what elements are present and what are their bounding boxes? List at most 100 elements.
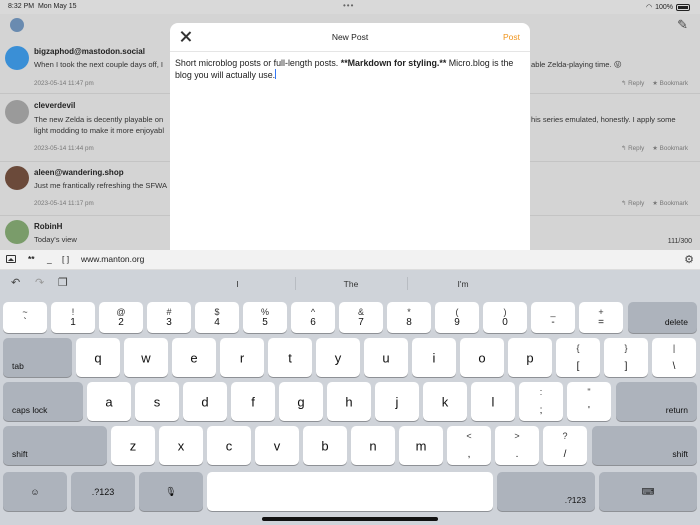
key-row1-6[interactable]: ^ 6 [291,302,335,333]
key-row1-9[interactable]: (9 [435,302,479,333]
key-y[interactable]: y [316,338,360,377]
profile-avatar[interactable] [10,18,24,32]
reply-button[interactable]: ↰ Reply [621,80,644,87]
key-row4-sym-2[interactable]: ? / [543,426,587,465]
key-row4-sym-2-label: / [563,449,567,460]
delete-key[interactable]: delete [628,302,697,333]
key-l[interactable]: l [471,382,515,421]
avatar[interactable] [5,220,29,244]
dictation-key[interactable]: 🎙 [139,472,203,511]
numbers-key-left[interactable]: .?123 [71,472,135,511]
bold-button[interactable]: ** [28,254,35,264]
emoji-key[interactable]: ☺ [3,472,67,511]
site-selector[interactable]: www.manton.org [81,254,144,264]
post-author[interactable]: aleen@wandering.shop [34,168,124,177]
key-m[interactable]: m [399,426,443,465]
key-row1-10[interactable]: ) 0 [483,302,527,333]
post-button[interactable]: Post [503,32,520,42]
wifi-icon: ◠ [645,4,653,11]
key-z[interactable]: z [111,426,155,465]
text-caret [275,69,277,79]
bookmark-button[interactable]: ★ Bookmark [652,145,688,152]
undo-icon[interactable]: ↶ [11,276,20,289]
reply-button[interactable]: ↰ Reply [621,145,644,152]
key-i[interactable]: i [412,338,456,377]
paste-icon[interactable]: ❐ [58,276,68,289]
key-d[interactable]: d [183,382,227,421]
post-date[interactable]: 2023-05-14 11:47 pm [34,80,94,87]
key-row1-3[interactable]: #3 [147,302,191,333]
post-author[interactable]: bigzaphod@mastodon.social [34,47,145,56]
key-m-label: m [415,438,427,453]
suggestion-1[interactable]: I [180,279,295,289]
key-c[interactable]: c [207,426,251,465]
avatar[interactable] [5,166,29,190]
image-icon[interactable] [6,255,16,263]
key-row1-7[interactable]: & 7 [339,302,383,333]
key-row1-12[interactable]: + = [579,302,623,333]
right-shift-key[interactable]: shift [592,426,697,465]
key-j[interactable]: j [375,382,419,421]
dismiss-keyboard-key[interactable]: ⌨ [599,472,697,511]
suggestion-2[interactable]: The [295,279,407,289]
key-k[interactable]: k [423,382,467,421]
key-n[interactable]: n [351,426,395,465]
key-row1-0[interactable]: ~ ` [3,302,47,333]
key-row1-8[interactable]: * 8 [387,302,431,333]
key-r[interactable]: r [220,338,264,377]
key-p[interactable]: p [508,338,552,377]
left-shift-key[interactable]: shift [3,426,107,465]
numbers-key-right[interactable]: .?123 [497,472,595,511]
key-row4-sym-1-label: . [515,449,519,460]
gear-icon[interactable]: ⚙ [684,253,694,266]
key-u[interactable]: u [364,338,408,377]
post-editor[interactable]: Short microblog posts or full-length pos… [175,57,523,81]
key-e[interactable]: e [172,338,216,377]
key-row1-11[interactable]: _ - [531,302,575,333]
key-b[interactable]: b [303,426,347,465]
suggestion-3[interactable]: I'm [407,279,519,289]
key-row2-sym-1[interactable]: }] [604,338,648,377]
key-k-label: k [441,394,449,409]
key-v[interactable]: v [255,426,299,465]
key-row4-sym-1[interactable]: >. [495,426,539,465]
key-row3-sym-1[interactable]: " ' [567,382,611,421]
key-h[interactable]: h [327,382,371,421]
tab-key[interactable]: tab [3,338,72,377]
italic-button[interactable]: _ [47,254,52,264]
key-row1-2[interactable]: @2 [99,302,143,333]
multitasking-dots[interactable]: ••• [343,1,354,10]
key-row1-10-shift-label: ) [503,307,507,317]
compose-icon[interactable]: ✎ [677,17,688,33]
key-q[interactable]: q [76,338,120,377]
avatar[interactable] [5,46,29,70]
key-w[interactable]: w [124,338,168,377]
key-row3-sym-0[interactable]: :; [519,382,563,421]
link-button[interactable]: [ ] [62,254,69,264]
key-a[interactable]: a [87,382,131,421]
bookmark-button[interactable]: ★ Bookmark [652,80,688,87]
avatar[interactable] [5,100,29,124]
key-o[interactable]: o [460,338,504,377]
key-f[interactable]: f [231,382,275,421]
key-x[interactable]: x [159,426,203,465]
key-row1-1[interactable]: ! 1 [51,302,95,333]
key-row2-sym-2[interactable]: | \ [652,338,696,377]
post-author[interactable]: cleverdevil [34,101,75,110]
key-g[interactable]: g [279,382,323,421]
post-author[interactable]: RobinH [34,222,62,231]
key-t[interactable]: t [268,338,312,377]
caps-lock-key[interactable]: caps lock [3,382,83,421]
key-row1-5[interactable]: % 5 [243,302,287,333]
key-row1-4[interactable]: $4 [195,302,239,333]
key-s[interactable]: s [135,382,179,421]
space-bar[interactable] [207,472,493,511]
redo-icon[interactable]: ↷ [35,276,44,289]
post-date[interactable]: 2023-05-14 11:44 pm [34,145,94,152]
key-row4-sym-0[interactable]: <, [447,426,491,465]
post-date[interactable]: 2023-05-14 11:17 pm [34,200,94,207]
bookmark-button[interactable]: ★ Bookmark [652,200,688,207]
reply-button[interactable]: ↰ Reply [621,200,644,207]
return-key[interactable]: return [616,382,697,421]
key-row2-sym-0[interactable]: {[ [556,338,600,377]
